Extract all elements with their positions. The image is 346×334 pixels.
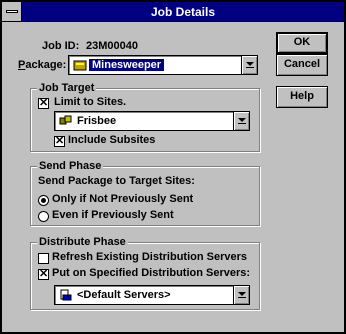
help-button[interactable]: Help xyxy=(276,86,328,108)
dropdown-arrow-icon[interactable] xyxy=(233,286,249,304)
server-icon xyxy=(60,289,72,301)
site-dropdown[interactable]: Frisbee xyxy=(54,111,250,131)
site-value: Frisbee xyxy=(77,115,117,127)
job-id-value: 23M00040 xyxy=(86,40,138,52)
check-mark: ✕ xyxy=(39,268,49,280)
dropdown-arrow-icon[interactable] xyxy=(233,112,249,130)
include-subsites-checkbox[interactable]: ✕ xyxy=(54,135,65,147)
even-if-sent-radio[interactable] xyxy=(38,211,49,222)
package-label: Package: xyxy=(18,59,67,71)
send-phase-group-label: Send Phase xyxy=(37,160,104,172)
package-value: Minesweeper xyxy=(89,59,165,71)
check-mark: ✕ xyxy=(55,135,65,147)
only-if-not-sent-label: Only if Not Previously Sent xyxy=(52,193,194,205)
title-bar[interactable]: Job Details xyxy=(2,2,344,22)
limit-to-sites-checkbox[interactable]: ✕ xyxy=(38,97,49,109)
cancel-button[interactable]: Cancel xyxy=(276,54,328,76)
ok-button[interactable]: OK xyxy=(276,32,328,54)
refresh-existing-checkbox[interactable] xyxy=(38,253,49,264)
servers-value: <Default Servers> xyxy=(77,289,171,301)
package-dropdown[interactable]: Minesweeper xyxy=(68,55,258,75)
even-if-sent-label: Even if Previously Sent xyxy=(52,209,174,221)
radio-dot xyxy=(41,198,46,203)
only-if-not-sent-radio[interactable] xyxy=(38,195,49,206)
job-target-group-label: Job Target xyxy=(37,82,97,94)
package-icon xyxy=(73,60,87,71)
refresh-existing-label: Refresh Existing Distribution Servers xyxy=(52,251,247,263)
include-subsites-label: Include Subsites xyxy=(68,134,156,146)
servers-dropdown[interactable]: <Default Servers> xyxy=(54,285,250,305)
distribute-phase-group-label: Distribute Phase xyxy=(37,236,128,248)
job-id-label: Job ID: xyxy=(42,40,80,52)
job-details-dialog: Job Details Job ID: 23M00040 Package: Mi… xyxy=(0,0,346,334)
limit-to-sites-label: Limit to Sites. xyxy=(54,96,127,108)
check-mark: ✕ xyxy=(39,97,49,109)
put-on-specified-checkbox[interactable]: ✕ xyxy=(38,268,49,280)
send-phase-prompt: Send Package to Target Sites: xyxy=(38,175,195,187)
put-on-specified-label: Put on Specified Distribution Servers: xyxy=(52,267,251,279)
window-title: Job Details xyxy=(150,5,216,19)
site-icon xyxy=(59,115,72,125)
dropdown-arrow-icon[interactable] xyxy=(241,56,257,74)
system-menu-icon[interactable] xyxy=(2,2,22,21)
